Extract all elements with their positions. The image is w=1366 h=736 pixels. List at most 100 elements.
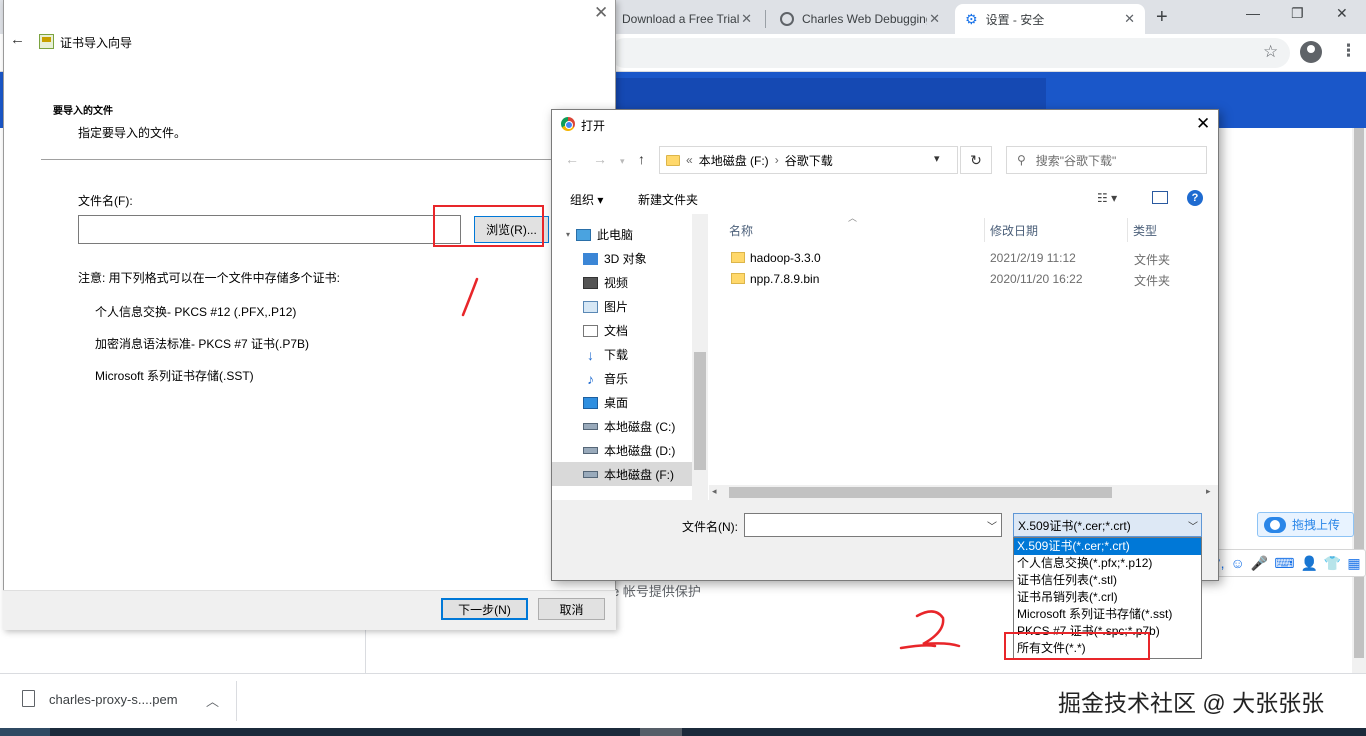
nav-item-drive-d[interactable]: 本地磁盘 (D:) — [583, 442, 675, 459]
chrome-icon — [561, 117, 575, 131]
breadcrumb-segment[interactable]: 谷歌下载 — [785, 152, 833, 169]
nav-item-videos[interactable]: 视频 — [583, 274, 628, 291]
bookmark-star-icon[interactable]: ☆ — [1263, 42, 1278, 62]
back-arrow-icon[interactable]: ← — [565, 151, 579, 167]
nav-label: 图片 — [604, 300, 629, 314]
video-icon — [583, 276, 598, 289]
help-icon[interactable]: ? — [1187, 190, 1203, 206]
search-placeholder: 搜索"谷歌下载" — [1035, 153, 1117, 168]
nav-item-music[interactable]: ♪ 音乐 — [583, 370, 628, 387]
tab-label: Download a Free Trial — [622, 12, 740, 26]
tab-charles[interactable]: Charles Web Debugging ✕ — [770, 4, 950, 34]
breadcrumb-overflow[interactable]: « — [686, 153, 693, 167]
file-name[interactable]: hadoop-3.3.0 — [750, 251, 821, 265]
close-icon[interactable]: ✕ — [1196, 114, 1210, 134]
chevron-down-icon[interactable]: ▾ — [620, 156, 625, 167]
column-header-name[interactable]: 名称 — [729, 222, 753, 239]
annotation-number-one — [461, 277, 479, 317]
chevron-down-icon[interactable]: ▾ — [934, 152, 940, 165]
emoji-icon[interactable]: ☺ — [1231, 555, 1245, 571]
cancel-button[interactable]: 取消 — [538, 598, 605, 620]
menu-kebab-icon[interactable]: ⋮ — [1340, 41, 1357, 61]
format-note: 注意: 用下列格式可以在一个文件中存储多个证书: — [78, 271, 341, 285]
profile-avatar-icon[interactable] — [1300, 41, 1322, 63]
close-icon[interactable]: ✕ — [929, 11, 940, 27]
column-header-type[interactable]: 类型 — [1133, 222, 1157, 239]
file-type-option[interactable]: 证书吊销列表(*.crl) — [1014, 589, 1201, 606]
watermark: 掘金技术社区 @ 大张张张 — [1058, 690, 1325, 716]
file-type: 文件夹 — [1134, 274, 1171, 288]
address-bar[interactable] — [610, 38, 1290, 68]
nav-item-pictures[interactable]: 图片 — [583, 298, 628, 315]
new-tab-button[interactable]: + — [1156, 6, 1168, 29]
download-icon: ↓ — [587, 346, 594, 363]
organize-menu[interactable]: 组织 ▾ — [570, 191, 603, 208]
column-divider[interactable] — [1127, 218, 1128, 242]
page-scrollbar-thumb[interactable] — [1354, 128, 1364, 658]
filename-input[interactable] — [78, 215, 461, 244]
file-type-option[interactable]: 证书信任列表(*.stl) — [1014, 572, 1201, 589]
skin-icon[interactable]: 👕 — [1324, 555, 1341, 572]
address-breadcrumb[interactable]: « 本地磁盘 (F:) › 谷歌下载 — [659, 146, 958, 174]
chevron-up-icon[interactable]: ︿ — [206, 691, 219, 710]
next-button[interactable]: 下一步(N) — [441, 598, 528, 620]
user-icon[interactable]: 👤 — [1300, 555, 1317, 572]
back-arrow-icon[interactable]: ← — [10, 31, 25, 48]
chevron-down-icon[interactable]: ▾ — [566, 230, 570, 239]
file-type-option[interactable]: X.509证书(*.cer;*.crt) — [1014, 538, 1201, 555]
preview-pane-icon[interactable] — [1152, 191, 1168, 204]
up-arrow-icon[interactable]: ↑ — [638, 151, 645, 167]
tab-settings-security[interactable]: ⚙ 设置 - 安全 ✕ — [955, 4, 1145, 34]
tab-download-trial[interactable]: Download a Free Trial ✕ — [612, 4, 762, 34]
sort-ascending-icon: ︿ — [848, 213, 858, 223]
file-date: 2020/11/20 16:22 — [990, 272, 1083, 286]
new-folder-button[interactable]: 新建文件夹 — [638, 191, 698, 208]
nav-item-this-pc[interactable]: ▾ 此电脑 — [566, 226, 633, 243]
drag-upload-button[interactable]: 拖拽上传 — [1257, 512, 1354, 537]
search-box[interactable]: ⚲ 搜索"谷歌下载" — [1006, 146, 1207, 174]
filename-label: 文件名(N): — [682, 520, 738, 534]
taskbar-start[interactable] — [0, 728, 50, 736]
close-icon[interactable]: ✕ — [594, 3, 608, 23]
file-name[interactable]: npp.7.8.9.bin — [750, 272, 819, 286]
filename-input[interactable] — [744, 513, 1002, 537]
file-type-option[interactable]: Microsoft 系列证书存储(*.sst) — [1014, 606, 1201, 623]
chevron-left-icon[interactable]: ◂ — [712, 486, 717, 497]
file-icon — [22, 690, 35, 707]
chevron-down-icon[interactable]: ﹀ — [1188, 518, 1198, 533]
documents-icon — [583, 324, 598, 337]
nav-scrollbar-thumb[interactable] — [694, 352, 706, 470]
breadcrumb-segment[interactable]: 本地磁盘 (F:) — [699, 152, 769, 169]
taskbar-item[interactable] — [640, 728, 682, 736]
file-type-select[interactable]: X.509证书(*.cer;*.crt) — [1013, 513, 1202, 537]
nav-label: 此电脑 — [597, 228, 634, 242]
download-item-name[interactable]: charles-proxy-s....pem — [49, 692, 178, 707]
minimize-icon[interactable]: — — [1246, 5, 1260, 21]
folder-icon — [731, 273, 745, 284]
maximize-icon[interactable]: ❐ — [1291, 5, 1304, 22]
microphone-icon[interactable]: 🎤 — [1251, 555, 1268, 572]
chevron-right-icon[interactable]: ▸ — [1206, 486, 1211, 497]
drive-icon — [583, 447, 598, 454]
nav-item-drive-c[interactable]: 本地磁盘 (C:) — [583, 418, 675, 435]
close-icon[interactable]: ✕ — [1124, 11, 1135, 27]
close-icon[interactable]: ✕ — [741, 11, 752, 27]
nav-item-downloads[interactable]: ↓ 下载 — [583, 346, 628, 363]
file-type-option[interactable]: 个人信息交换(*.pfx;*.p12) — [1014, 555, 1201, 572]
nav-item-drive-f[interactable]: 本地磁盘 (F:) — [583, 466, 674, 483]
horizontal-scrollbar-thumb[interactable] — [729, 487, 1112, 498]
nav-label: 下载 — [604, 348, 629, 362]
view-options-icon[interactable]: ☷ ▾ — [1097, 191, 1117, 205]
nav-item-documents[interactable]: 文档 — [583, 322, 628, 339]
keyboard-icon[interactable]: ⌨ — [1274, 555, 1294, 572]
column-divider[interactable] — [984, 218, 985, 242]
window-close-icon[interactable]: ✕ — [1336, 5, 1348, 22]
column-header-date[interactable]: 修改日期 — [990, 222, 1038, 239]
grid-icon[interactable]: ▦ — [1347, 555, 1360, 572]
chevron-down-icon[interactable]: ﹀ — [987, 518, 997, 533]
forward-arrow-icon[interactable]: → — [593, 151, 607, 167]
nav-item-3d-objects[interactable]: 3D 对象 — [583, 250, 647, 267]
nav-item-desktop[interactable]: 桌面 — [583, 394, 628, 411]
refresh-icon[interactable]: ↻ — [960, 146, 992, 174]
computer-icon — [576, 228, 592, 241]
